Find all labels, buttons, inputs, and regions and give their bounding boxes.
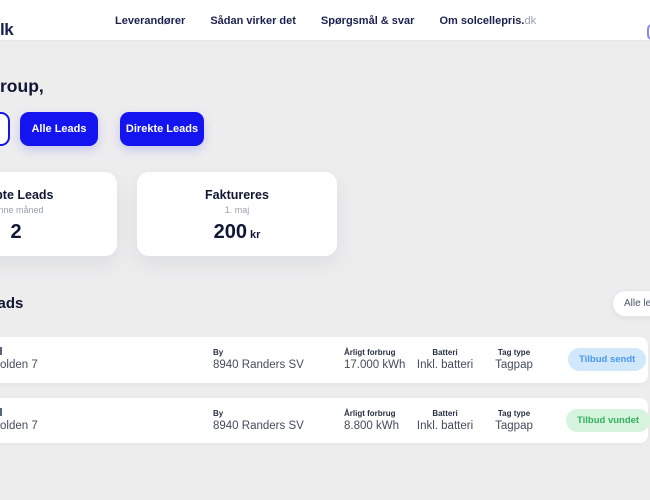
lead-address: olden 7 xyxy=(0,420,38,432)
main-nav: Leverandører Sådan virker det Spørgsmål … xyxy=(115,0,536,41)
lead-battery: Inkl. batteri xyxy=(416,359,474,371)
leads-filter-dropdown[interactable]: Alle leads xyxy=(612,290,650,317)
consumption-column-label: Årligt forbrug xyxy=(344,409,396,418)
battery-column-label: Batteri xyxy=(432,348,458,357)
stat-card-faktureres: Faktureres 1. maj 200 kr xyxy=(137,172,337,256)
lead-row[interactable]: olden 7 By 8940 Randers SV Årligt forbru… xyxy=(0,398,650,443)
roof-column-label: Tag type xyxy=(497,409,531,418)
alle-leads-button[interactable]: Alle Leads xyxy=(20,112,98,146)
lead-roof-cell: Tag type Tagpap xyxy=(492,398,536,443)
battery-column-label: Batteri xyxy=(432,409,458,418)
nav-about-prefix: Om xyxy=(439,14,461,27)
lead-battery: Inkl. batteri xyxy=(416,420,474,432)
nav-item-om-solcellepris[interactable]: Om solcellepris.dk xyxy=(439,15,536,27)
lead-address: olden 7 xyxy=(0,359,38,371)
stat-card-title: Købte Leads xyxy=(0,188,54,202)
direkte-leads-button[interactable]: Direkte Leads xyxy=(120,112,204,146)
city-column-label: By xyxy=(213,348,224,357)
lead-row[interactable]: olden 7 By 8940 Randers SV Årligt forbru… xyxy=(0,337,648,383)
stat-card-value: 200 xyxy=(213,221,247,243)
lead-roof: Tagpap xyxy=(495,420,533,432)
nav-about-tld: dk xyxy=(524,14,537,27)
stat-card-subtitle: denne måned xyxy=(0,205,44,215)
stat-card-title: Faktureres xyxy=(205,188,269,202)
nav-about-brand: solcellepris. xyxy=(460,14,525,27)
lead-consumption: 8.800 kWh xyxy=(344,420,399,432)
roof-column-label: Tag type xyxy=(497,348,531,357)
lead-city: 8940 Randers SV xyxy=(213,420,304,432)
stat-card-subtitle: 1. maj xyxy=(224,205,250,215)
stat-card-kobte-leads: Købte Leads denne måned 2 xyxy=(0,172,117,256)
nav-item-sadan-virker-det[interactable]: Sådan virker det xyxy=(210,15,296,27)
page: lk Leverandører Sådan virker det Spørgsm… xyxy=(0,0,650,500)
stat-card-value: 2 xyxy=(10,221,22,243)
address-label-clipped xyxy=(0,408,2,416)
lead-consumption: 17.000 kWh xyxy=(344,359,406,371)
lead-battery-cell: Batteri Inkl. batteri xyxy=(417,398,473,443)
address-label-clipped xyxy=(0,347,2,355)
lead-roof-cell: Tag type Tagpap xyxy=(492,337,536,383)
lead-roof: Tagpap xyxy=(495,359,533,371)
city-column-label: By xyxy=(213,409,224,418)
lead-battery-cell: Batteri Inkl. batteri xyxy=(417,337,473,383)
filter-button-clipped[interactable] xyxy=(0,112,10,146)
status-badge-tilbud-vundet: Tilbud vundet xyxy=(566,409,650,432)
nav-item-leverandorer[interactable]: Leverandører xyxy=(115,15,185,27)
stat-card-unit: kr xyxy=(249,229,261,241)
lead-city: 8940 Randers SV xyxy=(213,359,304,371)
leads-section-title: Leads xyxy=(0,295,24,312)
greeting-heading: roup, xyxy=(0,76,44,96)
brand-logo[interactable]: lk xyxy=(0,20,14,40)
nav-item-sporgsmal-svar[interactable]: Spørgsmål & svar xyxy=(321,15,415,27)
status-badge-tilbud-sendt: Tilbud sendt xyxy=(568,348,647,371)
top-navbar: lk Leverandører Sådan virker det Spørgsm… xyxy=(0,0,650,41)
consumption-column-label: Årligt forbrug xyxy=(344,348,396,357)
